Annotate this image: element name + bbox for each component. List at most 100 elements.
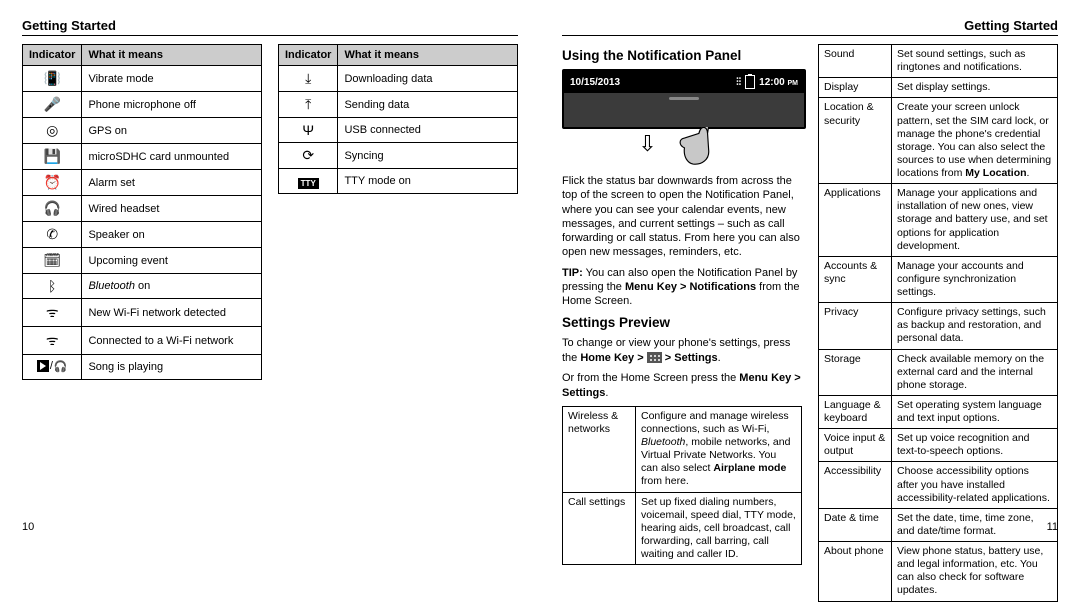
setting-desc: Create your screen unlock pattern, set t… [892,98,1058,184]
table-row: 💾 microSDHC card unmounted [23,144,262,170]
setting-desc: Configure privacy settings, such as back… [892,303,1058,349]
drag-handle-icon [669,97,699,100]
page-number-left: 10 [22,521,34,533]
indicator-cell: TTY [279,169,338,194]
meaning-cell: microSDHC card unmounted [82,144,262,170]
meaning-cell: Syncing [338,143,518,169]
meaning-cell: Song is playing [82,355,262,380]
notification-graphic: 10/15/2013 ⫶⫶ 12:00 PM [562,69,806,129]
indicator-cell: ✆ [23,222,82,248]
setting-desc: Choose accessibility options after you h… [892,462,1058,508]
page-left: Getting Started Indicator What it means … [0,0,540,539]
table-row: Call settingsSet up fixed dialing number… [563,492,802,565]
setting-label: Language & keyboard [819,395,892,428]
table-row: DisplaySet display settings. [819,78,1058,98]
left-col-2: Indicator What it means ⤓Downloading dat… [278,44,518,525]
app-grid-icon [647,352,662,363]
meaning-cell: TTY mode on [338,169,518,194]
settings-table-2: SoundSet sound settings, such as rington… [818,44,1058,602]
table-row: ◎ GPS on [23,118,262,144]
table-row: 📳Vibrate mode [23,66,262,92]
meaning-cell: Phone microphone off [82,92,262,118]
meaning-cell: GPS on [82,118,262,144]
setting-label: Call settings [563,492,636,565]
setting-desc: Set sound settings, such as ringtones an… [892,45,1058,78]
indicator-cell: ⤓ [279,66,338,92]
indicator-table-1: Indicator What it means 📳Vibrate mode🎤Ph… [22,44,262,380]
status-time: 12:00 PM [759,77,798,88]
vibrate-icon: 📳 [44,70,61,86]
right-columns: Using the Notification Panel 10/15/2013 … [562,44,1058,525]
indicator-cell: ◎ [23,118,82,144]
status-icons: ⫶⫶ 12:00 PM [736,75,798,89]
setting-desc: Set up fixed dialing numbers, voicemail,… [636,492,802,565]
meaning-cell: Sending data [338,92,518,118]
sd-icon: 💾 [44,148,61,164]
wifi-new-icon: ᯤ [46,304,59,320]
table-row: Voice input & outputSet up voice recogni… [819,429,1058,462]
signal-icon: ⫶⫶ [736,77,741,88]
indicator-cell: ⏰ [23,170,82,196]
indicator-cell: ᛒ [23,274,82,299]
settings-table-1: Wireless & networksConfigure and manage … [562,406,802,565]
right-col-a: Using the Notification Panel 10/15/2013 … [562,44,802,525]
notif-tip: TIP: You can also open the Notification … [562,266,802,309]
ind-col-meaning: What it means [338,45,518,66]
setting-desc: Set up voice recognition and text-to-spe… [892,429,1058,462]
swipe-gesture: ⇩ [562,133,802,174]
setting-label: Applications [819,184,892,257]
settings-preview-p2: Or from the Home Screen press the Menu K… [562,371,802,400]
setting-label: Wireless & networks [563,406,636,492]
meaning-cell: Wired headset [82,196,262,222]
table-row: 🎤Phone microphone off [23,92,262,118]
meaning-cell: Upcoming event [82,248,262,274]
setting-desc: Set the date, time, time zone, and date/… [892,508,1058,541]
meaning-cell: Bluetooth on [82,274,262,299]
down-arrow-icon: ⇩ [638,133,656,155]
indicator-cell: 🎧 [23,196,82,222]
table-row: Accounts & syncManage your accounts and … [819,256,1058,302]
tty-icon: TTY [298,178,319,189]
table-row: Wireless & networksConfigure and manage … [563,406,802,492]
headset-icon: 🎧 [44,200,61,216]
notification-shade [564,93,804,127]
page-right: Getting Started Using the Notification P… [540,0,1080,539]
setting-desc: Manage your applications and installatio… [892,184,1058,257]
hand-icon [666,119,726,174]
setting-desc: View phone status, battery use, and lega… [892,542,1058,602]
notif-heading: Using the Notification Panel [562,48,802,63]
table-row: ✆Speaker on [23,222,262,248]
header-left: Getting Started [22,18,518,36]
bluetooth-icon: ᛒ [48,278,56,294]
table-row: AccessibilityChoose accessibility option… [819,462,1058,508]
ind-col-indicator: Indicator [279,45,338,66]
speaker-icon: ✆ [46,226,58,242]
setting-label: Sound [819,45,892,78]
table-row: ApplicationsManage your applications and… [819,184,1058,257]
status-date: 10/15/2013 [570,77,620,88]
meaning-cell: Downloading data [338,66,518,92]
play-icon: /🎧 [37,360,68,373]
alarm-icon: ⏰ [44,174,61,190]
table-row: Language & keyboardSet operating system … [819,395,1058,428]
table-row: ⤓Downloading data [279,66,518,92]
meaning-cell: New Wi-Fi network detected [82,299,262,327]
table-row: 🗓Upcoming event [23,248,262,274]
setting-label: About phone [819,542,892,602]
indicator-cell: 🎤 [23,92,82,118]
meaning-cell: Connected to a Wi-Fi network [82,327,262,355]
indicator-cell: ᯤ [23,327,82,355]
setting-desc: Configure and manage wireless connection… [636,406,802,492]
setting-label: Accounts & sync [819,256,892,302]
setting-label: Voice input & output [819,429,892,462]
ind-col-meaning: What it means [82,45,262,66]
table-row: Date & timeSet the date, time, time zone… [819,508,1058,541]
gps-icon: ◎ [46,122,58,138]
page-number-right: 11 [1047,521,1058,533]
indicator-cell: 🗓 [23,248,82,274]
settings-preview-heading: Settings Preview [562,315,802,330]
table-row: PrivacyConfigure privacy settings, such … [819,303,1058,349]
setting-label: Location & security [819,98,892,184]
indicator-cell: /🎧 [23,355,82,380]
table-row: ⤒Sending data [279,92,518,118]
